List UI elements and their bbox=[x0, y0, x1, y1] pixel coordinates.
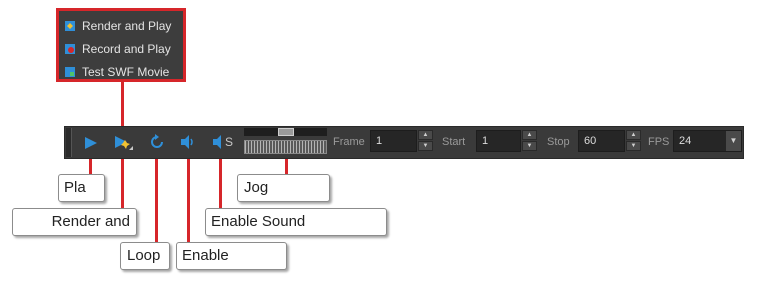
start-field[interactable]: 1 bbox=[476, 130, 521, 152]
render-play-menu: Render and Play Record and Play Test SWF… bbox=[56, 8, 186, 82]
render-play-icon bbox=[65, 21, 75, 31]
enable-connector-line bbox=[187, 155, 190, 243]
stop-field[interactable]: 60 bbox=[578, 130, 625, 152]
callout-loop: Loop bbox=[120, 242, 170, 270]
frame-stepper[interactable]: ▲ ▼ bbox=[418, 130, 433, 152]
play-icon[interactable] bbox=[84, 136, 98, 150]
menu-item-test-swf-movie[interactable]: Test SWF Movie bbox=[65, 63, 169, 81]
menu-item-label: Record and Play bbox=[82, 42, 171, 56]
toolbar-grip[interactable] bbox=[66, 128, 72, 157]
start-up-button[interactable]: ▲ bbox=[522, 130, 537, 140]
test-swf-icon bbox=[65, 67, 75, 77]
callout-enable: Enable bbox=[176, 242, 287, 270]
frame-down-button[interactable]: ▼ bbox=[418, 141, 433, 151]
enable-sound-scrubbing-icon[interactable] bbox=[180, 134, 196, 150]
loop-connector-line bbox=[155, 155, 158, 243]
record-play-icon bbox=[65, 44, 75, 54]
frame-label: Frame bbox=[333, 136, 365, 148]
callout-render-and-play: Render and bbox=[12, 208, 137, 236]
start-stepper[interactable]: ▲ ▼ bbox=[522, 130, 537, 152]
frame-up-button[interactable]: ▲ bbox=[418, 130, 433, 140]
render-and-play-icon[interactable] bbox=[114, 134, 134, 152]
enable-sound-icon[interactable] bbox=[212, 134, 224, 150]
stop-label: Stop bbox=[547, 136, 570, 148]
menu-item-label: Render and Play bbox=[82, 19, 172, 33]
render-connector-line bbox=[121, 155, 124, 209]
callout-jog: Jog bbox=[237, 174, 330, 202]
jog-wheel[interactable] bbox=[244, 140, 327, 154]
fps-label: FPS bbox=[648, 136, 670, 148]
menu-item-label: Test SWF Movie bbox=[82, 65, 170, 79]
menu-connector-line bbox=[121, 82, 124, 127]
stop-stepper[interactable]: ▲ ▼ bbox=[626, 130, 641, 152]
start-down-button[interactable]: ▼ bbox=[522, 141, 537, 151]
menu-item-record-and-play[interactable]: Record and Play bbox=[65, 40, 171, 58]
callout-play: Pla bbox=[58, 174, 105, 202]
stop-down-button[interactable]: ▼ bbox=[626, 141, 641, 151]
stop-up-button[interactable]: ▲ bbox=[626, 130, 641, 140]
enable-sound-connector-line bbox=[219, 155, 222, 209]
jog-slider-thumb[interactable] bbox=[278, 128, 294, 136]
callout-enable-sound: Enable Sound bbox=[205, 208, 387, 236]
menu-item-render-and-play[interactable]: Render and Play bbox=[65, 17, 171, 35]
sound-icon-letter: S bbox=[225, 135, 234, 149]
start-label: Start bbox=[442, 136, 466, 148]
chevron-down-icon[interactable]: ▼ bbox=[726, 131, 741, 151]
loop-icon[interactable] bbox=[149, 134, 165, 150]
frame-field[interactable]: 1 bbox=[370, 130, 417, 152]
